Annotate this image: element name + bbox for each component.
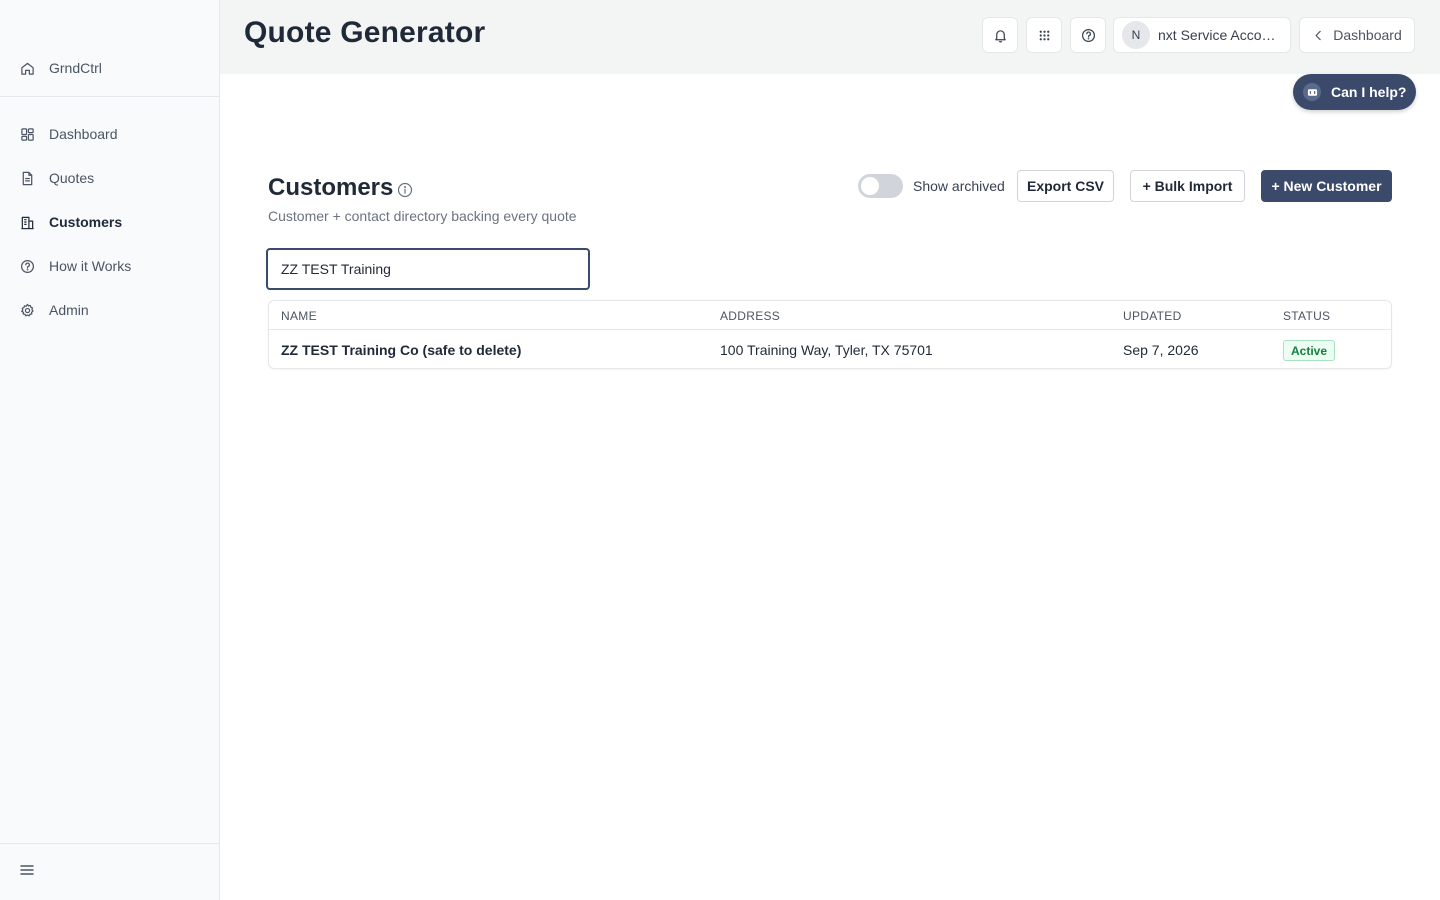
section-title: Customers bbox=[268, 174, 413, 202]
new-customer-button[interactable]: + New Customer bbox=[1261, 170, 1392, 202]
help-button[interactable] bbox=[1070, 17, 1106, 53]
sidebar-item-how-it-works[interactable]: How it Works bbox=[0, 244, 219, 288]
avatar: N bbox=[1122, 21, 1150, 49]
column-header-name[interactable]: NAME bbox=[281, 309, 317, 323]
show-archived-label: Show archived bbox=[913, 178, 1005, 194]
column-header-address[interactable]: ADDRESS bbox=[720, 309, 780, 323]
sidebar-item-label: Dashboard bbox=[49, 126, 118, 142]
dashboard-icon bbox=[21, 127, 34, 141]
table-row[interactable]: ZZ TEST Training Co (safe to delete) 100… bbox=[269, 330, 1391, 369]
customer-updated: Sep 7, 2026 bbox=[1123, 342, 1199, 358]
back-label: Dashboard bbox=[1333, 27, 1402, 43]
home-icon bbox=[21, 62, 34, 75]
sidebar: GrndCtrl Dashboard Quotes Customers How … bbox=[0, 0, 220, 900]
help-circle-icon bbox=[1081, 28, 1095, 42]
customer-address: 100 Training Way, Tyler, TX 75701 bbox=[720, 342, 933, 358]
menu-icon[interactable] bbox=[18, 861, 36, 879]
sidebar-item-admin[interactable]: Admin bbox=[0, 288, 219, 332]
gear-icon bbox=[21, 303, 34, 316]
brand-name: GrndCtrl bbox=[49, 60, 102, 76]
page-title: Quote Generator bbox=[244, 16, 486, 49]
customer-name[interactable]: ZZ TEST Training Co (safe to delete) bbox=[281, 342, 521, 358]
sidebar-divider bbox=[0, 96, 219, 97]
chevron-left-icon bbox=[1315, 30, 1321, 40]
column-header-status[interactable]: STATUS bbox=[1283, 309, 1330, 323]
bell-icon bbox=[994, 29, 1006, 42]
assistant-button[interactable]: Can I help? bbox=[1293, 74, 1416, 110]
search-input[interactable] bbox=[266, 248, 590, 290]
top-header: Quote Generator N nxt Service Account Da… bbox=[220, 0, 1440, 74]
sidebar-item-label: How it Works bbox=[49, 258, 132, 274]
sidebar-item-dashboard[interactable]: Dashboard bbox=[0, 112, 219, 156]
brand-link[interactable]: GrndCtrl bbox=[20, 58, 102, 78]
account-menu-button[interactable]: N nxt Service Account bbox=[1113, 17, 1291, 53]
assistant-label: Can I help? bbox=[1331, 84, 1407, 100]
building-icon bbox=[21, 216, 34, 229]
sidebar-item-label: Admin bbox=[49, 302, 89, 318]
chat-icon bbox=[1303, 83, 1321, 101]
account-name: nxt Service Account bbox=[1158, 27, 1280, 43]
customers-table: NAME ADDRESS UPDATED STATUS ZZ TEST Trai… bbox=[268, 300, 1392, 369]
customers-title: Customers bbox=[268, 174, 394, 201]
sidebar-nav: Dashboard Quotes Customers How it Works … bbox=[0, 112, 219, 332]
toggle-knob bbox=[861, 177, 879, 195]
status-badge: Active bbox=[1283, 340, 1336, 361]
table-header: NAME ADDRESS UPDATED STATUS bbox=[269, 301, 1391, 330]
back-to-dashboard-button[interactable]: Dashboard bbox=[1299, 17, 1415, 53]
export-csv-button[interactable]: Export CSV bbox=[1017, 170, 1114, 202]
bulk-import-button[interactable]: + Bulk Import bbox=[1130, 170, 1245, 202]
sidebar-item-quotes[interactable]: Quotes bbox=[0, 156, 219, 200]
sidebar-item-label: Customers bbox=[49, 214, 123, 230]
show-archived-toggle[interactable]: Show archived bbox=[858, 174, 1005, 198]
apps-button[interactable] bbox=[1026, 17, 1062, 53]
grid-icon bbox=[1039, 30, 1049, 40]
section-subtitle: Customer + contact directory backing eve… bbox=[268, 208, 577, 224]
info-icon[interactable] bbox=[397, 182, 413, 198]
toggle-switch[interactable] bbox=[858, 174, 903, 198]
column-header-updated[interactable]: UPDATED bbox=[1123, 309, 1182, 323]
document-icon bbox=[22, 171, 33, 185]
sidebar-divider bbox=[0, 843, 219, 844]
sidebar-item-label: Quotes bbox=[49, 170, 95, 186]
notifications-button[interactable] bbox=[982, 17, 1018, 53]
sidebar-item-customers[interactable]: Customers bbox=[0, 200, 219, 244]
help-circle-icon bbox=[20, 259, 35, 273]
